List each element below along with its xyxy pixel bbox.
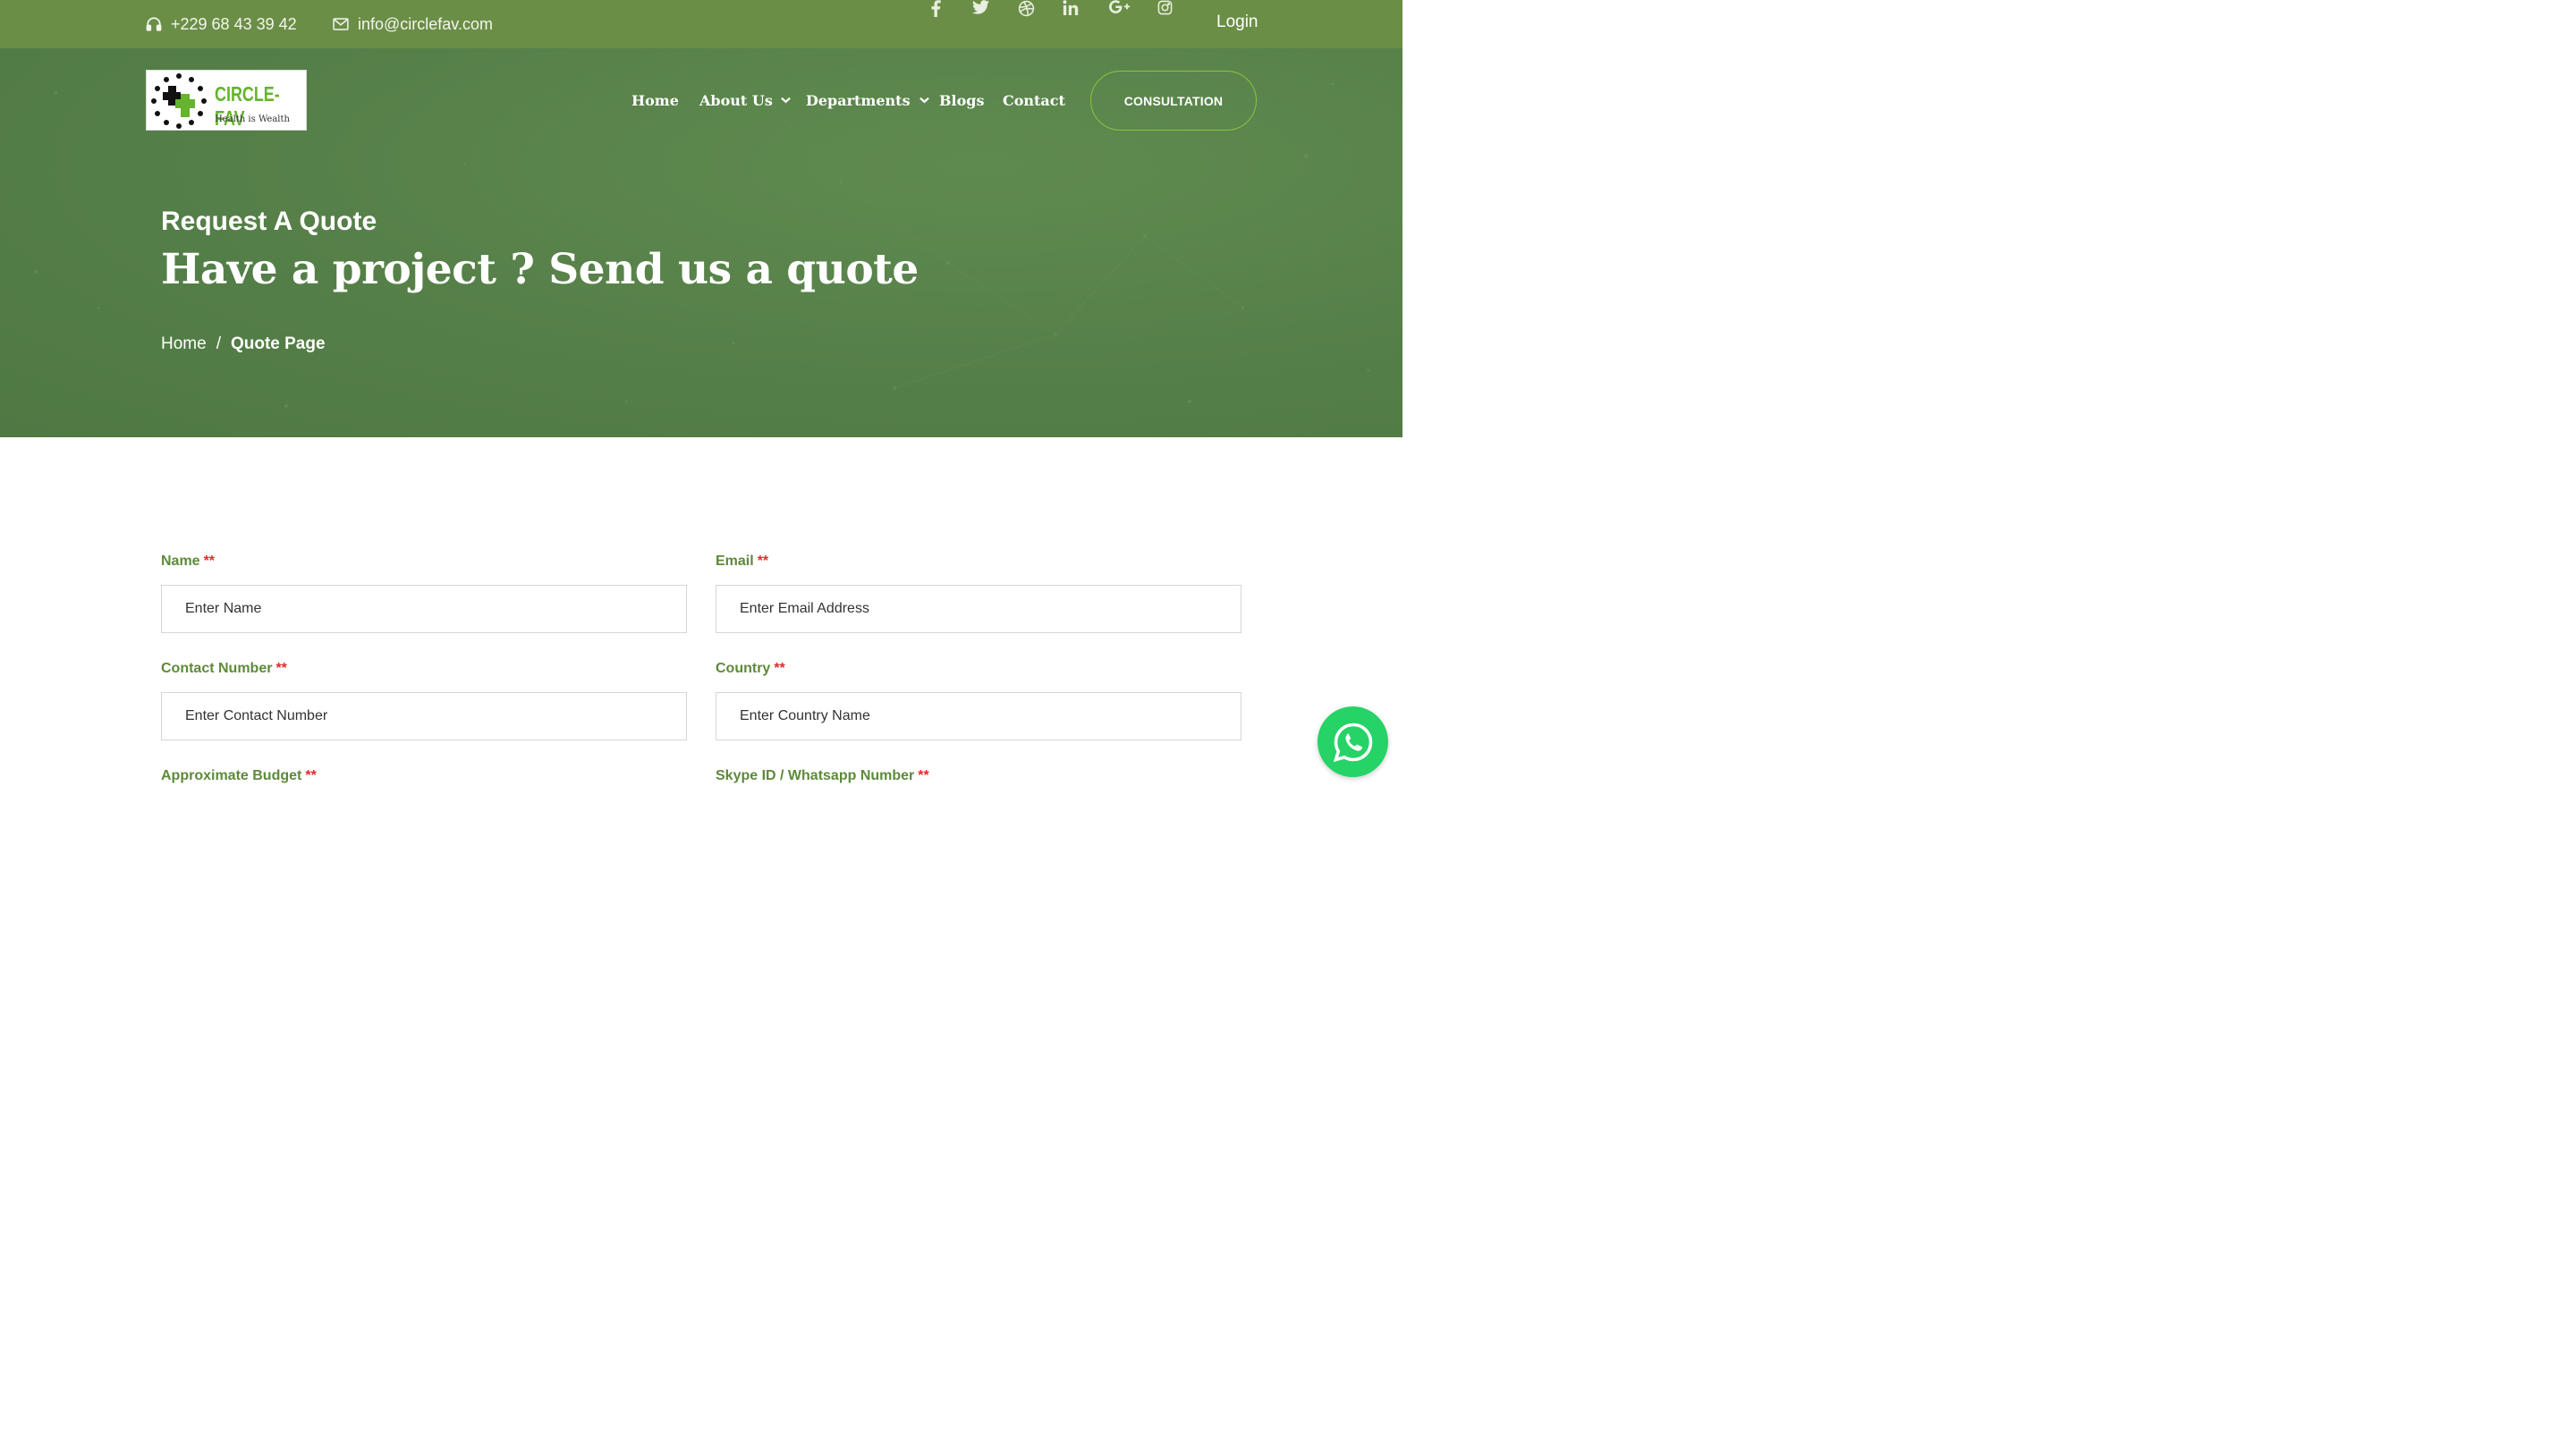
- skype-whatsapp-label-text: Skype ID / Whatsapp Number: [716, 768, 915, 783]
- google-plus-icon[interactable]: [1109, 0, 1131, 18]
- nav-home-label[interactable]: Home: [631, 92, 679, 109]
- phone-number[interactable]: +229 68 43 39 42: [171, 15, 297, 34]
- contact-number-label: Contact Number **: [161, 661, 287, 677]
- page-title: Have a project ? Send us a quote: [161, 245, 919, 294]
- required-mark: **: [203, 554, 216, 569]
- hero-banner: CIRCLE-FAV Health is Wealth Home About U…: [0, 48, 1402, 437]
- country-label: Country **: [716, 661, 785, 677]
- logo-emblem-icon: [151, 73, 207, 129]
- nav-blogs[interactable]: Blogs: [939, 91, 984, 109]
- headphones-icon: [146, 17, 162, 31]
- name-label-text: Name: [161, 554, 200, 569]
- budget-label: Approximate Budget **: [161, 768, 317, 784]
- required-mark: **: [275, 661, 287, 676]
- breadcrumb-separator: /: [216, 334, 221, 353]
- name-label: Name **: [161, 554, 215, 570]
- required-mark: **: [305, 768, 317, 783]
- required-mark: **: [774, 661, 785, 676]
- dribbble-icon[interactable]: [1018, 0, 1035, 21]
- budget-label-text: Approximate Budget: [161, 768, 302, 783]
- nav-home[interactable]: Home: [631, 91, 679, 109]
- chevron-down-icon[interactable]: [781, 97, 791, 104]
- name-input[interactable]: [161, 585, 687, 633]
- whatsapp-icon: [1333, 723, 1372, 762]
- login-link[interactable]: Login: [1216, 13, 1258, 32]
- skype-whatsapp-label: Skype ID / Whatsapp Number **: [716, 768, 929, 784]
- breadcrumb-current: Quote Page: [230, 334, 326, 353]
- top-bar: +229 68 43 39 42 info@circlefav.com Logi…: [0, 0, 1402, 48]
- breadcrumb: Home / Quote Page: [161, 334, 326, 354]
- facebook-icon[interactable]: [930, 0, 941, 21]
- linkedin-icon[interactable]: [1063, 0, 1079, 20]
- email-input[interactable]: [716, 585, 1241, 633]
- email-address[interactable]: info@circlefav.com: [358, 15, 493, 34]
- email-label-text: Email: [716, 554, 754, 569]
- envelope-icon: [333, 18, 349, 30]
- consultation-button[interactable]: CONSULTATION: [1090, 71, 1257, 131]
- phone-contact[interactable]: +229 68 43 39 42: [146, 0, 297, 48]
- email-label: Email **: [716, 554, 768, 570]
- nav-blogs-label[interactable]: Blogs: [939, 92, 984, 109]
- chevron-down-icon[interactable]: [919, 97, 929, 104]
- whatsapp-chat-button[interactable]: [1318, 706, 1388, 777]
- nav-contact-label[interactable]: Contact: [1003, 92, 1065, 109]
- twitter-icon[interactable]: [972, 0, 989, 19]
- hero-subtitle: Request A Quote: [161, 207, 377, 236]
- breadcrumb-home[interactable]: Home: [161, 334, 207, 354]
- country-label-text: Country: [716, 661, 771, 676]
- site-logo[interactable]: CIRCLE-FAV Health is Wealth: [146, 70, 307, 131]
- logo-tagline: Health is Wealth: [215, 114, 290, 124]
- instagram-icon[interactable]: [1157, 0, 1173, 20]
- nav-departments[interactable]: Departments: [806, 91, 929, 109]
- contact-number-label-text: Contact Number: [161, 661, 273, 676]
- country-input[interactable]: [716, 692, 1241, 740]
- nav-about-us[interactable]: About Us: [699, 91, 791, 109]
- email-contact[interactable]: info@circlefav.com: [333, 0, 493, 48]
- nav-contact[interactable]: Contact: [1003, 91, 1065, 109]
- contact-number-input[interactable]: [161, 692, 687, 740]
- required-mark: **: [918, 768, 929, 783]
- required-mark: **: [757, 554, 769, 569]
- nav-about-us-label[interactable]: About Us: [699, 92, 773, 109]
- nav-departments-label[interactable]: Departments: [806, 92, 911, 109]
